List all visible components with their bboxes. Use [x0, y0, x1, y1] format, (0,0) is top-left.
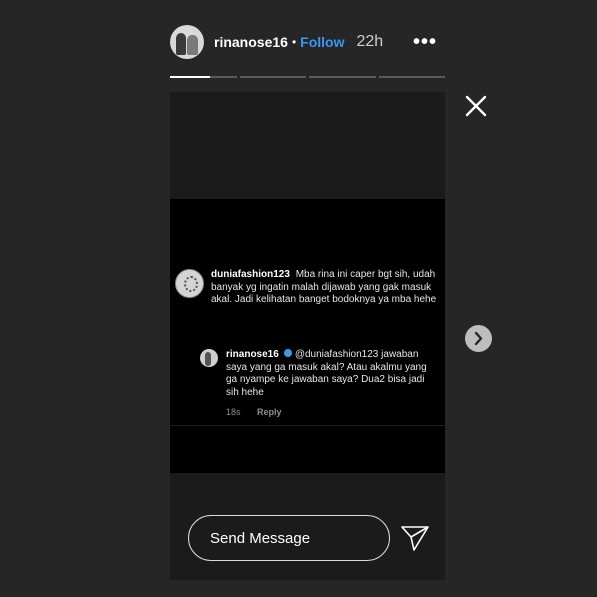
- comment-username: duniafashion123: [211, 269, 290, 280]
- more-icon[interactable]: •••: [413, 31, 437, 54]
- replier-avatar: [200, 349, 218, 367]
- reply-link: Reply: [257, 407, 282, 417]
- story-progress-bar: [170, 76, 445, 78]
- comment-screenshot: duniafashion123 Mba rina ini caper bgt s…: [170, 199, 445, 473]
- divider: [170, 425, 445, 426]
- reply-comment: rinanose16 @duniafashion123 jawaban saya …: [200, 349, 440, 419]
- progress-segment: [378, 76, 445, 78]
- story-timestamp: 22h: [356, 33, 384, 50]
- story-header: rinanose16 • Follow 22h •••: [170, 24, 445, 60]
- reply-mention: @duniafashion123: [294, 349, 379, 360]
- chevron-right-icon[interactable]: [465, 325, 492, 352]
- comment-body: duniafashion123 Mba rina ini caper bgt s…: [211, 269, 440, 307]
- comment: duniafashion123 Mba rina ini caper bgt s…: [175, 269, 440, 307]
- progress-segment: [170, 76, 237, 78]
- send-message-input[interactable]: Send Message: [188, 515, 390, 561]
- reply-age: 18s: [226, 407, 241, 417]
- verified-badge-icon: [283, 349, 292, 357]
- reply-meta: 18s Reply: [226, 406, 440, 419]
- separator-dot: •: [291, 35, 297, 49]
- username[interactable]: rinanose16: [214, 34, 288, 50]
- close-icon[interactable]: [463, 93, 489, 119]
- progress-segment: [239, 76, 306, 78]
- follow-button[interactable]: Follow: [300, 34, 344, 50]
- progress-fill: [170, 76, 210, 78]
- story-frame: duniafashion123 Mba rina ini caper bgt s…: [170, 92, 445, 580]
- commenter-avatar: [175, 269, 204, 298]
- send-icon[interactable]: [399, 523, 431, 553]
- avatar-figure: [187, 35, 198, 55]
- progress-segment: [309, 76, 376, 78]
- avatar-figure: [176, 33, 186, 55]
- reply-username: rinanose16: [226, 349, 279, 360]
- reply-body: rinanose16 @duniafashion123 jawaban saya …: [226, 349, 440, 419]
- user-avatar[interactable]: [170, 25, 204, 59]
